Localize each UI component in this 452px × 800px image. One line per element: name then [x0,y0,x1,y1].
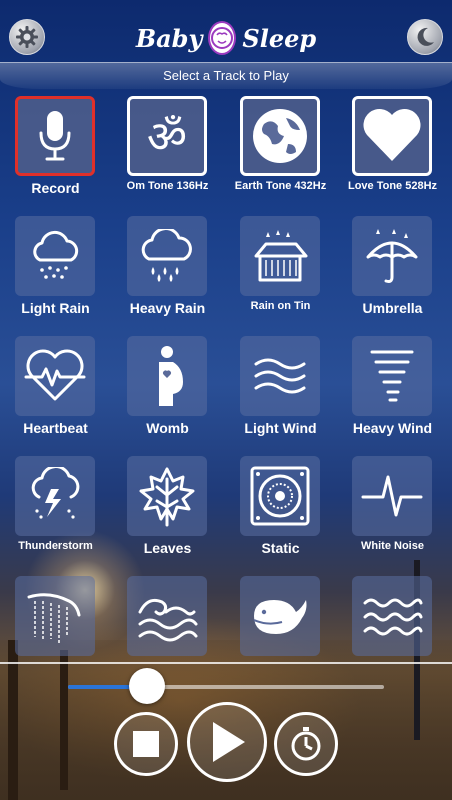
waterfall-icon [25,587,85,645]
track-select-banner: Select a Track to Play [0,62,452,89]
microphone-icon [35,109,75,163]
play-button[interactable] [187,702,267,782]
header: Baby Sleep [0,0,452,62]
track-tile-whale[interactable] [240,576,320,656]
track-label: Om Tone 136Hz [126,180,209,192]
pregnant-icon [147,344,187,408]
track-tile-thunderstorm[interactable] [15,456,95,536]
track-label: Light Wind [244,420,317,436]
timer-button[interactable] [274,712,338,776]
gear-icon [16,26,38,48]
leaf-icon [138,465,196,527]
track-label: Record [31,180,80,196]
umbrella-icon [364,227,420,285]
track-tile-heavy-rain[interactable] [127,216,207,296]
track-tile-heavy-wind[interactable] [352,336,432,416]
track-label: Heavy Rain [129,300,206,316]
whale-icon [250,592,310,640]
track-tile-om-tone-136hz[interactable]: ॐ [127,96,207,176]
thunderstorm-icon [25,467,85,525]
track-tile-waterfall[interactable] [15,576,95,656]
track-label: Heartbeat [23,420,88,436]
track-label: Rain on Tin [250,300,311,312]
svg-text:ॐ: ॐ [147,112,187,160]
cloud-heavy-rain-icon [137,229,197,283]
night-mode-button[interactable] [407,19,443,55]
tin-roof-rain-icon [250,228,310,284]
track-tile-white-noise[interactable] [352,456,432,536]
track-label: White Noise [361,540,424,552]
pulse-icon [361,471,423,521]
track-tile-static[interactable] [240,456,320,536]
track-tile-record[interactable] [15,96,95,176]
progress-thumb[interactable] [129,668,165,704]
track-label: Light Rain [21,300,90,316]
player-controls [0,660,452,800]
track-label: Static [261,540,300,556]
play-icon [213,722,245,762]
track-label: Heavy Wind [352,420,433,436]
logo-text-baby: Baby [135,23,203,53]
track-tile-umbrella[interactable] [352,216,432,296]
stop-icon [133,731,159,757]
waves-icon [136,590,198,642]
divider [0,662,452,664]
progress-slider[interactable] [68,685,384,689]
speaker-static-icon [249,465,311,527]
wind-icon [252,354,308,398]
cloud-light-rain-icon [26,230,84,282]
track-tile-light-rain[interactable] [15,216,95,296]
track-tile-earth-tone-432hz[interactable] [240,96,320,176]
app-logo: Baby Sleep [136,20,316,56]
track-label: Umbrella [362,300,423,316]
track-label: Womb [146,420,189,436]
track-tile-rain-on-tin[interactable] [240,216,320,296]
heartbeat-icon [24,349,86,403]
track-tile-womb[interactable] [127,336,207,416]
track-tile-love-tone-528hz[interactable] [352,96,432,176]
earth-icon [250,106,310,166]
track-label: Thunderstorm [18,540,93,552]
heart-icon [361,107,423,165]
stopwatch-icon [291,727,321,761]
stop-button[interactable] [114,712,178,776]
ocean-waves-icon [361,591,423,641]
track-tile-light-wind[interactable] [240,336,320,416]
settings-button[interactable] [9,19,45,55]
track-label: Earth Tone 432Hz [234,180,327,192]
logo-text-sleep: Sleep [242,23,317,53]
track-label: Leaves [143,540,192,556]
om-icon: ॐ [139,112,195,160]
track-tile-heartbeat[interactable] [15,336,95,416]
track-tile-ocean-waves[interactable] [352,576,432,656]
tornado-icon [368,346,416,406]
baby-face-icon [208,21,237,55]
moon-icon [417,27,434,46]
track-tile-waves[interactable] [127,576,207,656]
track-tile-leaves[interactable] [127,456,207,536]
track-label: Love Tone 528Hz [347,180,438,192]
